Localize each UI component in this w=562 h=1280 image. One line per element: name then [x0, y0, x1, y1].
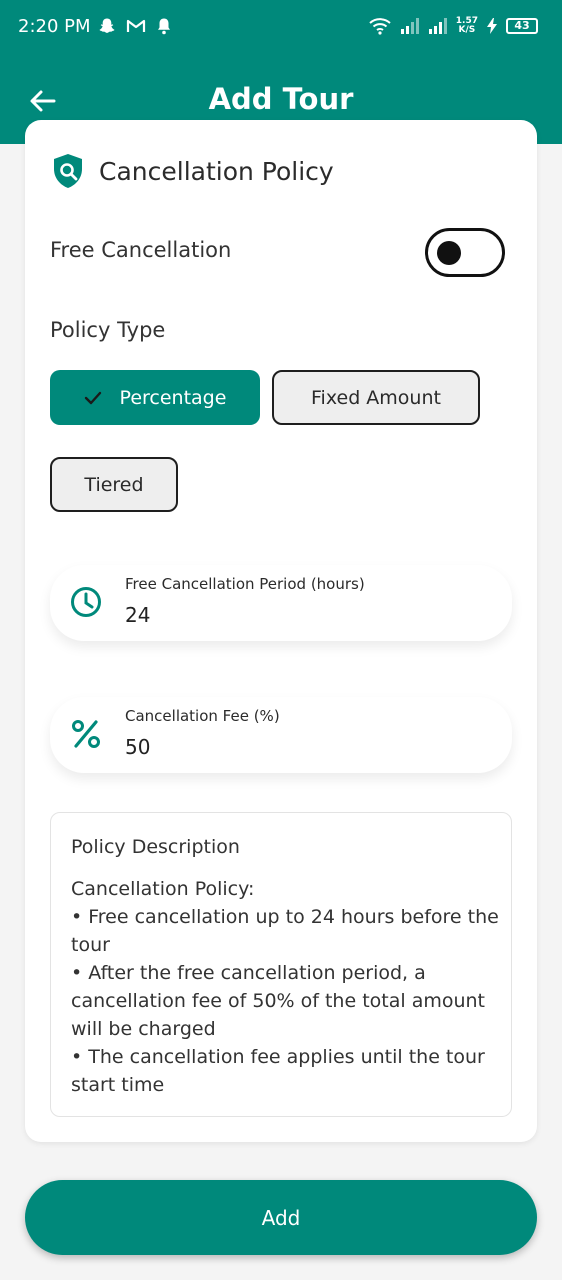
- add-button-label: Add: [261, 1205, 301, 1230]
- clock-icon: [71, 587, 101, 617]
- check-icon: [84, 391, 101, 404]
- section-title: Cancellation Policy: [99, 156, 334, 186]
- toggle-knob: [437, 241, 461, 265]
- field-label: Cancellation Fee (%): [125, 707, 280, 725]
- policy-type-fixed-amount-chip[interactable]: Fixed Amount: [272, 370, 480, 425]
- description-line: • After the free cancellation period, a …: [71, 962, 486, 1040]
- description-line: Cancellation Policy:: [71, 878, 255, 900]
- policy-description-field[interactable]: Policy Description Cancellation Policy: …: [50, 812, 512, 1117]
- policy-description-text[interactable]: Cancellation Policy: • Free cancellation…: [71, 875, 501, 1099]
- free-cancellation-toggle[interactable]: [425, 228, 505, 277]
- description-line: • Free cancellation up to 24 hours befor…: [71, 906, 499, 956]
- policy-description-label: Policy Description: [71, 836, 240, 858]
- description-line: • The cancellation fee applies until the…: [71, 1046, 485, 1096]
- charging-icon: [487, 18, 497, 34]
- period-input[interactable]: 24: [125, 603, 150, 627]
- snapchat-icon: [99, 18, 115, 33]
- signal-icon: [428, 18, 447, 34]
- status-right: 1.57 K/S 43: [368, 16, 538, 36]
- chip-label: Tiered: [84, 473, 144, 496]
- policy-type-percentage-chip[interactable]: Percentage: [50, 370, 260, 425]
- chip-label: Percentage: [119, 386, 227, 409]
- policy-type-label: Policy Type: [50, 318, 166, 342]
- percent-icon: [72, 720, 100, 748]
- battery-indicator: 43: [506, 18, 538, 34]
- section-header: Cancellation Policy: [51, 152, 334, 190]
- shield-search-icon: [54, 154, 82, 188]
- gmail-icon: [126, 19, 146, 32]
- network-speed: 1.57 K/S: [456, 17, 478, 35]
- fee-input[interactable]: 50: [125, 735, 150, 759]
- policy-type-tiered-chip[interactable]: Tiered: [50, 457, 178, 512]
- cancellation-fee-field[interactable]: Cancellation Fee (%) 50: [50, 697, 512, 773]
- add-button[interactable]: Add: [25, 1180, 537, 1255]
- status-time: 2:20 PM: [18, 16, 91, 37]
- speed-unit: K/S: [458, 25, 476, 35]
- free-cancellation-period-field[interactable]: Free Cancellation Period (hours) 24: [50, 565, 512, 641]
- field-label: Free Cancellation Period (hours): [125, 575, 365, 593]
- free-cancellation-label: Free Cancellation: [50, 238, 232, 262]
- notification-bell-icon: [158, 18, 170, 35]
- page-title: Add Tour: [208, 82, 354, 116]
- chip-label: Fixed Amount: [311, 386, 441, 409]
- wifi-icon: [369, 18, 391, 35]
- status-bar: 2:20 PM 1.57 K/S 43: [0, 0, 562, 58]
- signal-icon: [400, 18, 419, 34]
- status-left-icons: [98, 17, 172, 35]
- cancellation-policy-card: Cancellation Policy Free Cancellation Po…: [25, 120, 537, 1142]
